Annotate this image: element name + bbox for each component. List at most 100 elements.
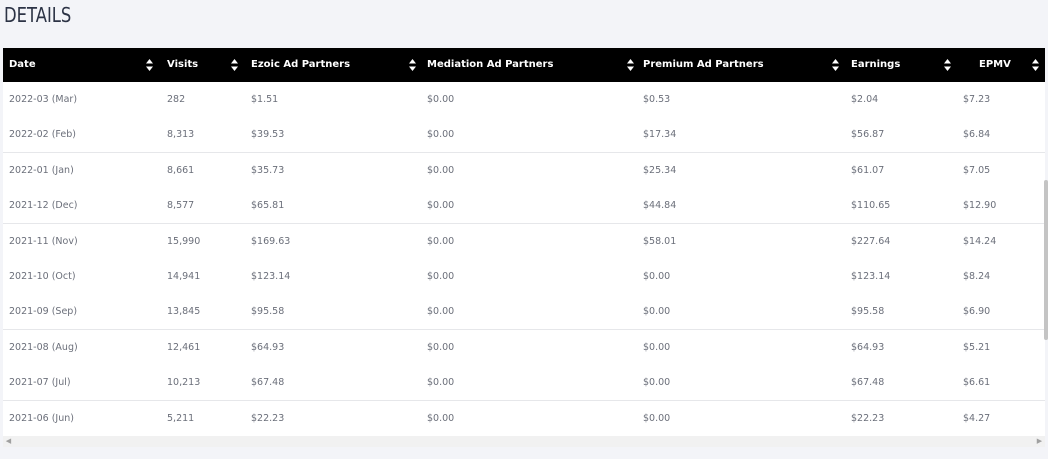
cell-earnings: $67.48	[851, 377, 885, 389]
cell-ezoic: $169.63	[251, 235, 291, 247]
table-row: 2021-12 (Dec) 8,577 $65.81 $0.00 $44.84 $110.…	[3, 188, 1045, 225]
cell-premium: $0.00	[643, 306, 671, 318]
cell-mediation: $0.00	[427, 306, 455, 318]
cell-ezoic: $67.48	[251, 377, 285, 389]
cell-mediation: $0.00	[427, 94, 455, 105]
table-row: 2022-02 (Feb) 8,313 $39.53 $0.00 $17.34 $56.8…	[3, 117, 1045, 154]
cell-visits: 10,213	[167, 377, 201, 389]
cell-mediation: $0.00	[427, 377, 455, 389]
table-row: 2021-09 (Sep) 13,845 $95.58 $0.00 $0.00 $95.5…	[3, 294, 1045, 331]
chevron-left-icon[interactable]: ◀	[3, 436, 14, 447]
cell-mediation: $0.00	[427, 271, 455, 282]
cell-date: 2021-12 (Dec)	[9, 200, 78, 212]
cell-date: 2022-01 (Jan)	[9, 164, 74, 176]
cell-ezoic: $95.58	[251, 306, 285, 318]
table-row: 2022-01 (Jan) 8,661 $35.73 $0.00 $25.34 $61.0…	[3, 152, 1045, 189]
cell-epmv: $7.23	[963, 94, 991, 105]
cell-earnings: $110.65	[851, 200, 891, 212]
cell-mediation: $0.00	[427, 200, 455, 212]
cell-visits: 8,577	[167, 200, 195, 212]
cell-ezoic: $123.14	[251, 271, 291, 282]
column-header-earnings[interactable]: Earnings	[851, 48, 900, 82]
table-row: 2021-07 (Jul) 10,213 $67.48 $0.00 $0.00 $67.4…	[3, 365, 1045, 402]
cell-premium: $58.01	[643, 235, 677, 247]
column-header-visits[interactable]: Visits	[167, 48, 198, 82]
cell-mediation: $0.00	[427, 129, 455, 141]
cell-premium: $44.84	[643, 200, 677, 212]
cell-date: 2021-09 (Sep)	[9, 306, 78, 318]
cell-visits: 8,313	[167, 129, 195, 141]
chevron-right-icon[interactable]: ▶	[1034, 436, 1045, 447]
sort-updown-icon[interactable]	[231, 59, 238, 71]
sort-updown-icon[interactable]	[409, 59, 416, 71]
cell-visits: 5,211	[167, 412, 195, 424]
table-row: 2021-10 (Oct) 14,941 $123.14 $0.00 $0.00 $123…	[3, 259, 1045, 295]
cell-epmv: $12.90	[963, 200, 997, 212]
cell-date: 2021-08 (Aug)	[9, 341, 78, 353]
table-row: 2021-11 (Nov) 15,990 $169.63 $0.00 $58.01 $22…	[3, 223, 1045, 260]
cell-date: 2021-10 (Oct)	[9, 271, 76, 282]
cell-premium: $0.00	[643, 341, 671, 353]
cell-visits: 14,941	[167, 271, 201, 282]
column-header-date[interactable]: Date	[9, 48, 36, 82]
cell-premium: $17.34	[643, 129, 677, 141]
cell-epmv: $6.61	[963, 377, 991, 389]
column-header-premium[interactable]: Premium Ad Partners	[643, 48, 764, 82]
sort-updown-icon[interactable]	[146, 59, 153, 71]
cell-premium: $0.53	[643, 94, 671, 105]
cell-epmv: $14.24	[963, 235, 997, 247]
cell-mediation: $0.00	[427, 235, 455, 247]
cell-epmv: $4.27	[963, 412, 991, 424]
cell-earnings: $64.93	[851, 341, 885, 353]
cell-date: 2022-03 (Mar)	[9, 94, 78, 105]
cell-date: 2021-07 (Jul)	[9, 377, 71, 389]
sort-updown-icon[interactable]	[944, 59, 951, 71]
column-header-ezoic[interactable]: Ezoic Ad Partners	[251, 48, 350, 82]
column-header-epmv[interactable]: EPMV	[979, 48, 1011, 82]
cell-ezoic: $1.51	[251, 94, 279, 105]
cell-earnings: $95.58	[851, 306, 885, 318]
cell-earnings: $227.64	[851, 235, 891, 247]
cell-ezoic: $39.53	[251, 129, 285, 141]
sort-updown-icon[interactable]	[1032, 59, 1039, 71]
cell-visits: 12,461	[167, 341, 201, 353]
cell-epmv: $6.84	[963, 129, 991, 141]
cell-epmv: $8.24	[963, 271, 991, 282]
details-table: Date Visits Ezoic Ad Partners Mediation Ad …	[3, 48, 1045, 436]
cell-date: 2021-11 (Nov)	[9, 235, 78, 247]
cell-date: 2021-06 (Jun)	[9, 412, 74, 424]
cell-premium: $25.34	[643, 164, 677, 176]
cell-premium: $0.00	[643, 412, 671, 424]
cell-earnings: $123.14	[851, 271, 891, 282]
cell-epmv: $5.21	[963, 341, 991, 353]
table-row: 2022-03 (Mar) 282 $1.51 $0.00 $0.53 $2.04 $7.2…	[3, 82, 1045, 118]
sort-updown-icon[interactable]	[832, 59, 839, 71]
cell-epmv: $6.90	[963, 306, 991, 318]
cell-visits: 13,845	[167, 306, 201, 318]
cell-earnings: $56.87	[851, 129, 885, 141]
cell-visits: 15,990	[167, 235, 201, 247]
cell-date: 2022-02 (Feb)	[9, 129, 76, 141]
column-header-mediation[interactable]: Mediation Ad Partners	[427, 48, 553, 82]
cell-ezoic: $64.93	[251, 341, 285, 353]
cell-epmv: $7.05	[963, 164, 991, 176]
horizontal-scrollbar[interactable]: ◀ ▶	[3, 436, 1045, 447]
cell-ezoic: $65.81	[251, 200, 285, 212]
cell-premium: $0.00	[643, 271, 671, 282]
sort-updown-icon[interactable]	[627, 59, 634, 71]
cell-premium: $0.00	[643, 377, 671, 389]
cell-visits: 282	[167, 94, 186, 105]
table-row: 2021-08 (Aug) 12,461 $64.93 $0.00 $0.00 $64.9…	[3, 329, 1045, 366]
page-title: DETAILS	[4, 3, 72, 27]
table-row: 2021-06 (Jun) 5,211 $22.23 $0.00 $0.00 $22.23…	[3, 400, 1045, 436]
cell-earnings: $2.04	[851, 94, 879, 105]
cell-ezoic: $35.73	[251, 164, 285, 176]
cell-mediation: $0.00	[427, 412, 455, 424]
cell-ezoic: $22.23	[251, 412, 285, 424]
table-header: Date Visits Ezoic Ad Partners Mediation Ad …	[3, 48, 1045, 82]
cell-visits: 8,661	[167, 164, 195, 176]
cell-earnings: $61.07	[851, 164, 885, 176]
cell-earnings: $22.23	[851, 412, 885, 424]
cell-mediation: $0.00	[427, 164, 455, 176]
vertical-scrollbar-thumb[interactable]	[1044, 180, 1048, 340]
